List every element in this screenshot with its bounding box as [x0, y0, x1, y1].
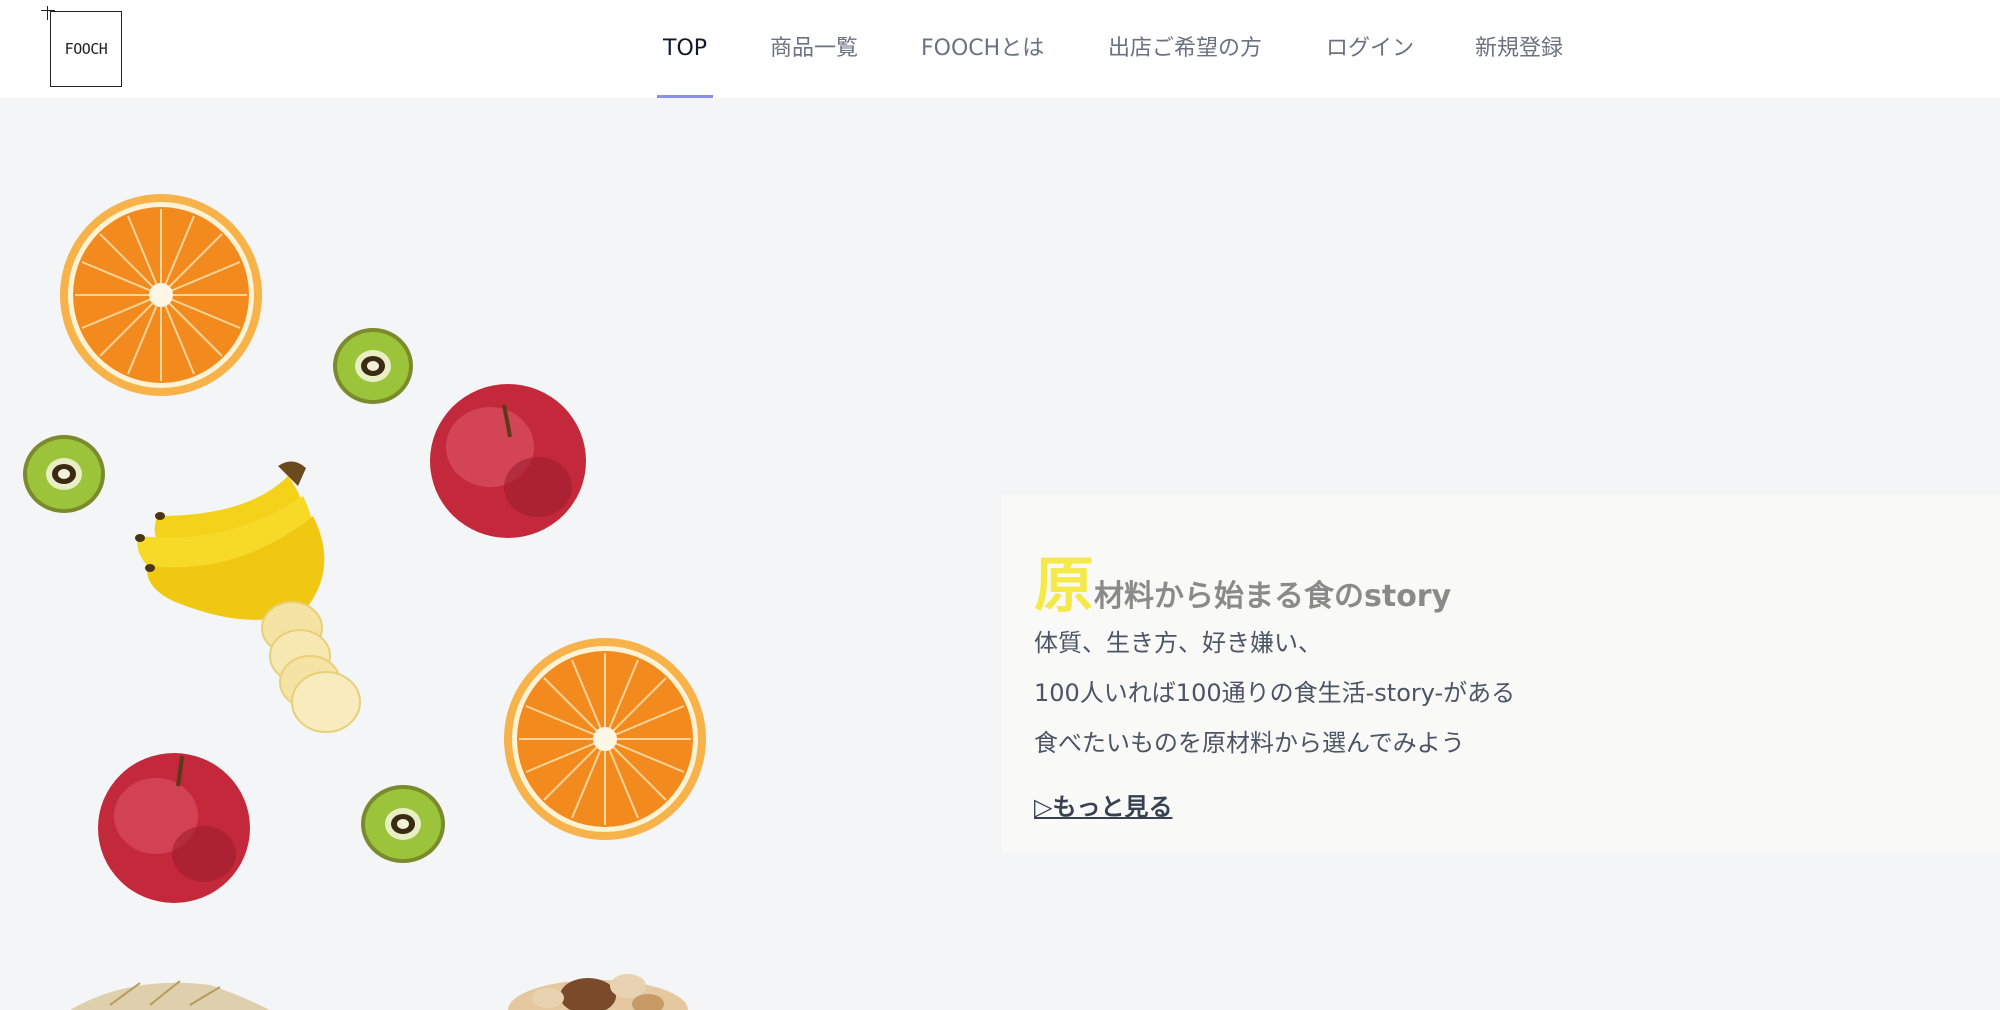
- logo-text: FOOCH: [64, 40, 108, 58]
- logo-tick-vertical: [47, 6, 48, 20]
- orange-image: [504, 638, 706, 840]
- see-more-link[interactable]: ▷もっと見る: [1034, 787, 1172, 822]
- kiwi-image: [23, 435, 105, 513]
- nav-about[interactable]: FOOCHとは: [921, 0, 1044, 98]
- site-header: FOOCH TOP 商品一覧 FOOCHとは 出店ご希望の方 ログイン 新規登録: [0, 0, 2000, 98]
- nav-seller[interactable]: 出店ご希望の方: [1108, 0, 1262, 98]
- apple-image: [430, 384, 586, 538]
- nav-top[interactable]: TOP: [663, 0, 707, 98]
- story-title-rest: 材料から始まる食のstory: [1094, 579, 1452, 614]
- story-title: 原材料から始まる食のstory: [1034, 537, 1451, 624]
- story-line-2: 100人いれば100通りの食生活-story-がある: [1034, 679, 1516, 707]
- kiwi-image: [361, 785, 445, 863]
- orange-image: [60, 194, 262, 396]
- story-title-initial: 原: [1034, 551, 1094, 621]
- kiwi-image: [333, 328, 413, 404]
- nuts-image: [508, 974, 688, 1010]
- story-panel: 原材料から始まる食のstory 体質、生き方、好き嫌い、 100人いれば100通…: [1002, 495, 2000, 853]
- story-line-1: 体質、生き方、好き嫌い、: [1034, 629, 1322, 657]
- nav-products[interactable]: 商品一覧: [770, 0, 858, 98]
- nav-active-indicator: [657, 95, 713, 98]
- wheat-image: [70, 980, 270, 1010]
- logo-tick-horizontal: [41, 10, 55, 11]
- fooch-logo[interactable]: FOOCH: [41, 6, 122, 87]
- apple-image: [98, 753, 250, 903]
- nav-login[interactable]: ログイン: [1326, 0, 1414, 98]
- nav-register[interactable]: 新規登録: [1475, 0, 1563, 98]
- banana-slices-image: [261, 601, 361, 733]
- story-line-3: 食べたいものを原材料から選んでみよう: [1034, 729, 1465, 757]
